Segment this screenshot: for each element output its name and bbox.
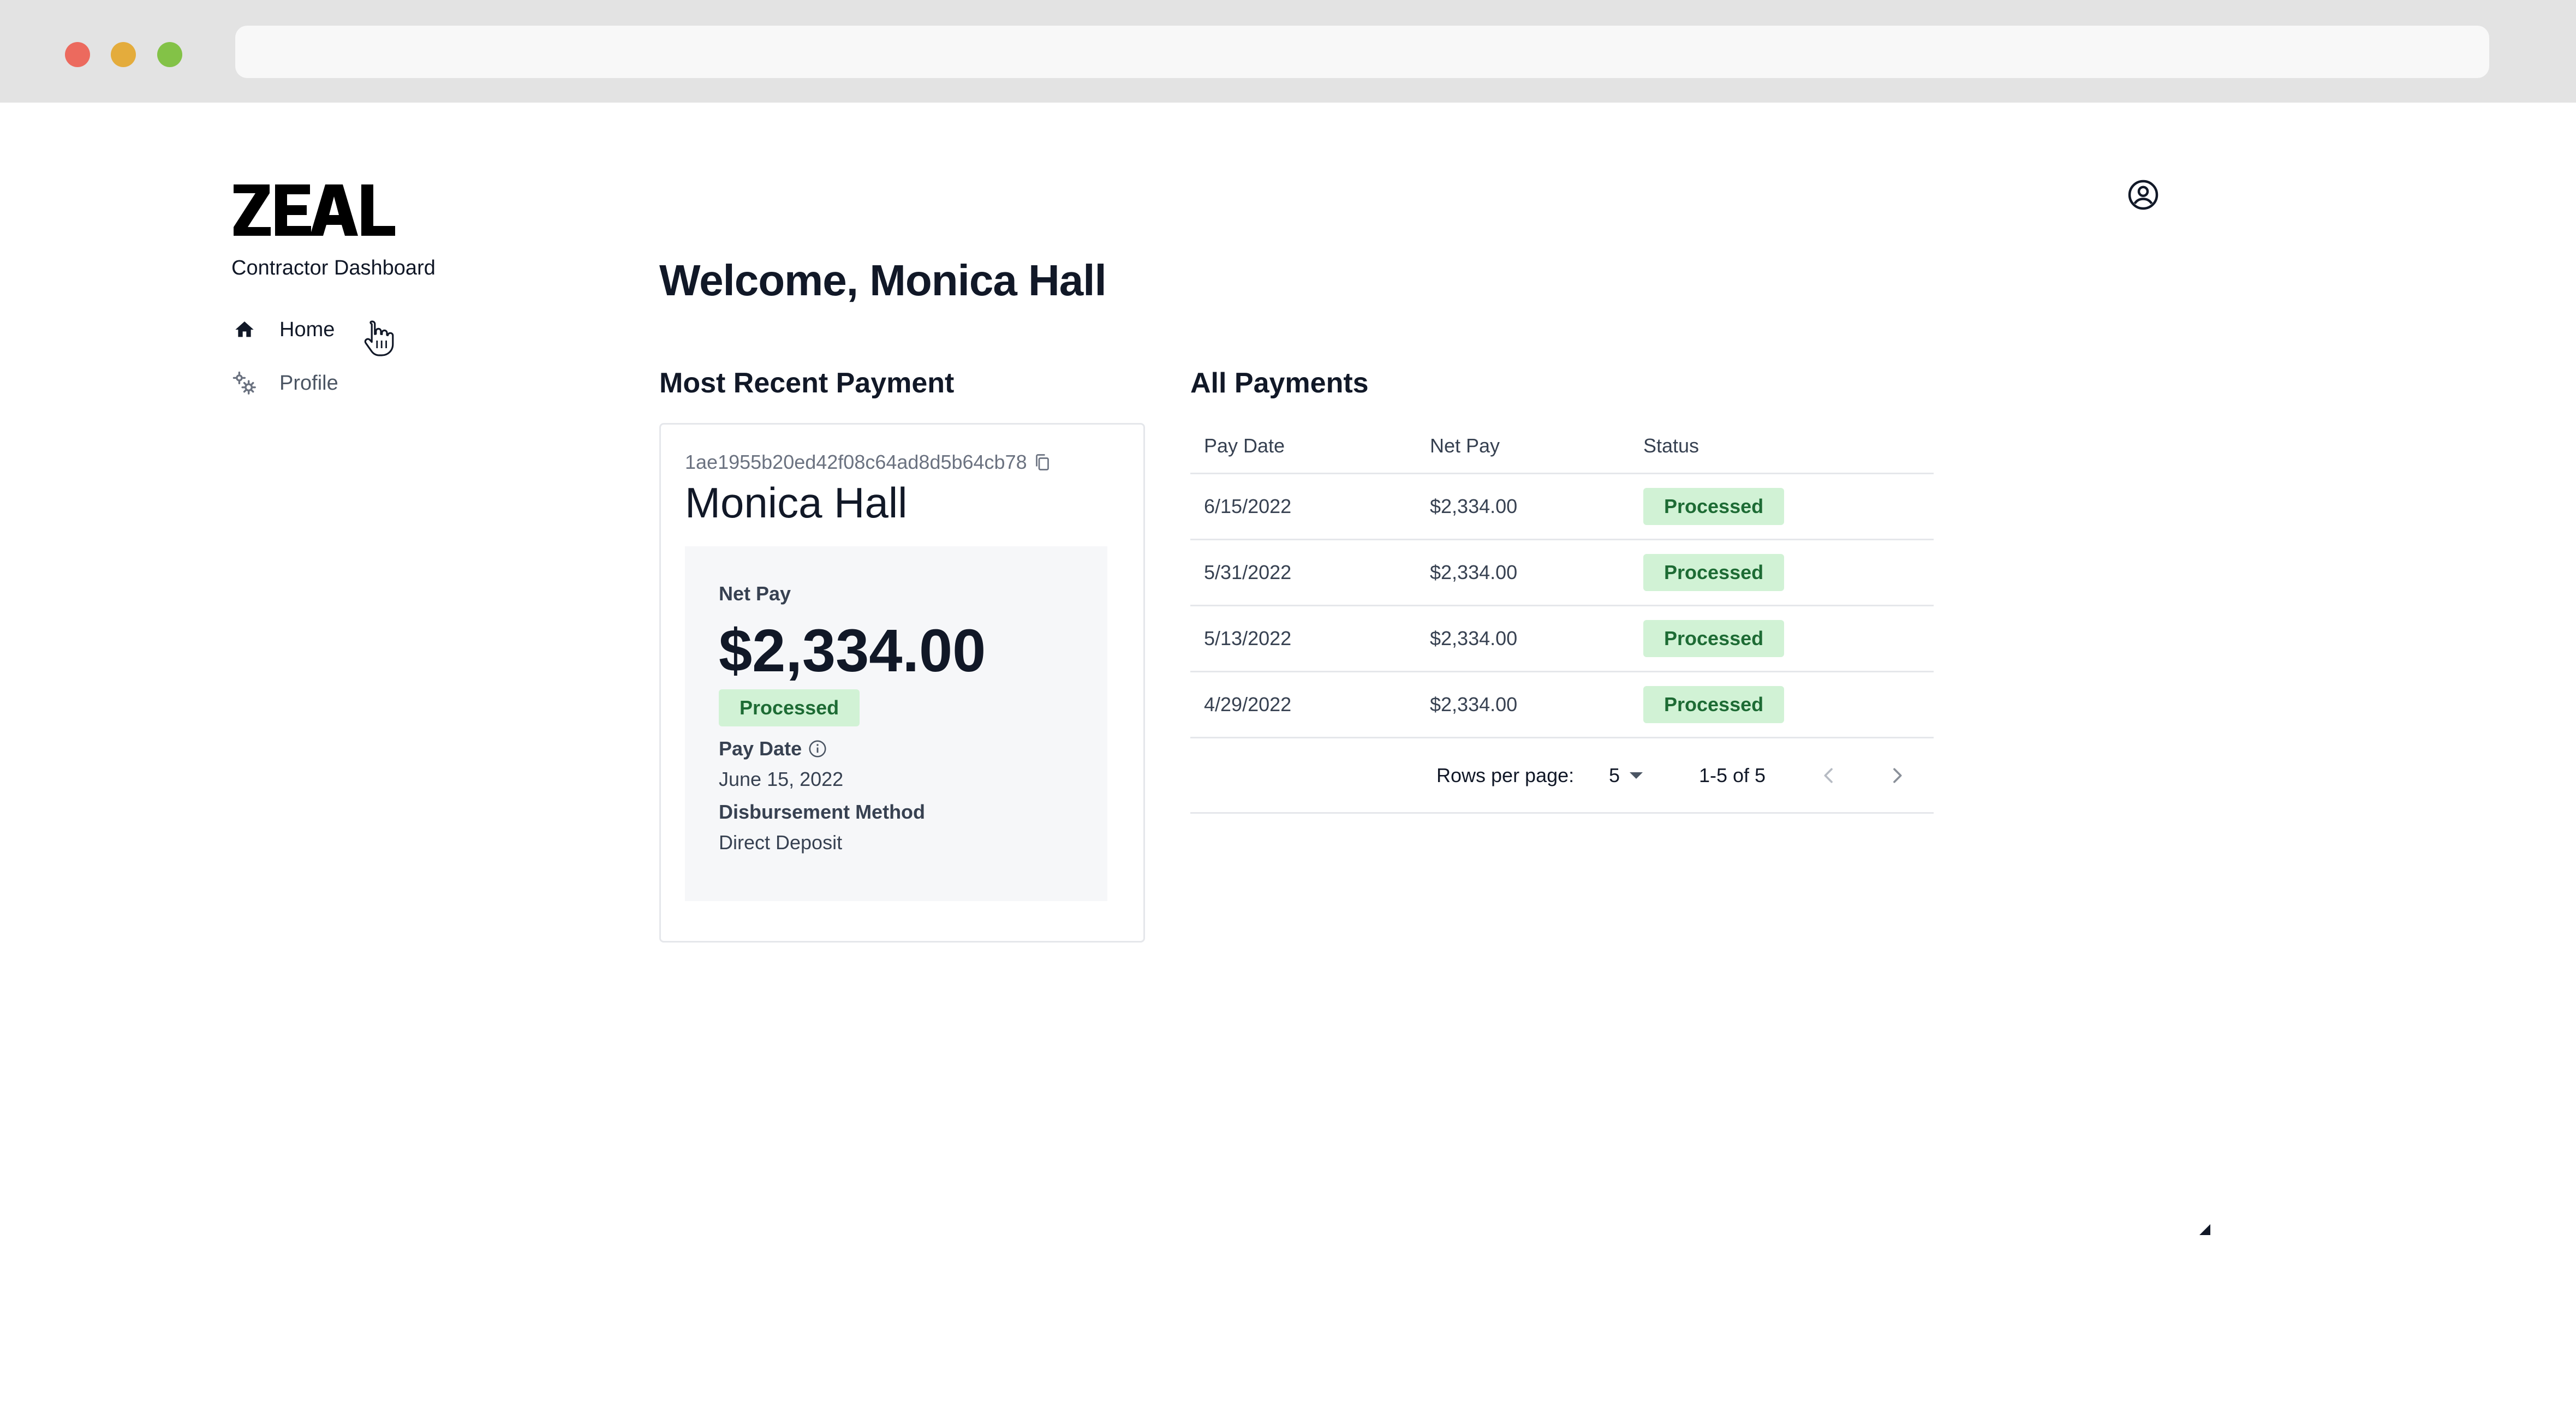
contractor-name: Monica Hall [685, 479, 908, 527]
browser-chrome [0, 0, 2576, 103]
net-pay-cell: $2,334.00 [1430, 495, 1518, 517]
payment-id: 1ae1955b20ed42f08c64ad8d5b64cb78 [685, 451, 1052, 474]
status-badge: Processed [1643, 488, 1785, 525]
home-icon [231, 317, 258, 343]
status-badge: Processed [1643, 554, 1785, 591]
status-badge: Processed [1643, 686, 1785, 723]
net-pay-label: Net Pay [719, 582, 791, 605]
sidebar-item-home[interactable]: Home [231, 312, 335, 347]
page: Contractor Dashboard Home Profile Welcom… [0, 0, 2576, 1413]
chevron-right-icon [1893, 768, 1902, 783]
copy-icon[interactable] [1033, 452, 1052, 472]
table-row[interactable]: 5/31/2022 $2,334.00 Processed [1190, 540, 1934, 606]
status-cell: Processed [1643, 540, 1785, 605]
account-circle-icon[interactable] [2127, 178, 2160, 211]
table-pagination: Rows per page: 5 1-5 of 5 [1190, 738, 1934, 814]
chevron-left-icon [1824, 768, 1833, 783]
table-header: Pay Date Net Pay Status [1190, 419, 1934, 474]
pay-date-cell: 6/15/2022 [1204, 495, 1292, 517]
net-pay-cell: $2,334.00 [1430, 561, 1518, 583]
table-row[interactable]: 4/29/2022 $2,334.00 Processed [1190, 672, 1934, 738]
disbursement-method-value: Direct Deposit [719, 831, 843, 854]
pagination-range: 1-5 of 5 [1699, 764, 1766, 786]
status-cell: Processed [1643, 672, 1785, 737]
gears-icon [231, 370, 258, 396]
zeal-logo [234, 180, 397, 240]
disbursement-method-label: Disbursement Method [719, 801, 926, 823]
most-recent-payment-heading: Most Recent Payment [659, 367, 955, 399]
pay-date-cell: 5/13/2022 [1204, 627, 1292, 649]
net-pay-cell: $2,334.00 [1430, 693, 1518, 716]
maximize-window-button[interactable] [157, 42, 182, 67]
resize-handle-icon[interactable] [2199, 1224, 2210, 1235]
info-icon[interactable] [807, 738, 828, 759]
net-pay-cell: $2,334.00 [1430, 627, 1518, 649]
previous-page-button[interactable] [1818, 738, 1840, 812]
table-row[interactable]: 6/15/2022 $2,334.00 Processed [1190, 474, 1934, 540]
rows-per-page-select[interactable]: 5 [1609, 738, 1643, 812]
column-header-pay-date[interactable]: Pay Date [1204, 419, 1285, 473]
next-page-button[interactable] [1886, 738, 1908, 812]
page-title: Welcome, Monica Hall [659, 256, 1107, 305]
hand-cursor-icon [362, 319, 397, 361]
minimize-window-button[interactable] [111, 42, 136, 67]
caret-down-icon [1630, 772, 1643, 779]
sidebar-item-label: Profile [279, 371, 338, 395]
column-header-status[interactable]: Status [1643, 419, 1699, 473]
sidebar-item-label: Home [279, 318, 335, 341]
status-cell: Processed [1643, 606, 1785, 671]
payment-id-text: 1ae1955b20ed42f08c64ad8d5b64cb78 [685, 451, 1027, 473]
payment-summary-panel: Net Pay $2,334.00 Processed Pay Date Jun… [685, 546, 1107, 901]
app-subtitle: Contractor Dashboard [231, 257, 436, 279]
payments-table: Pay Date Net Pay Status 6/15/2022 $2,334… [1190, 419, 1934, 814]
pay-date-label: Pay Date [719, 737, 802, 760]
column-header-net-pay[interactable]: Net Pay [1430, 419, 1500, 473]
pay-date-label-row: Pay Date [719, 737, 828, 760]
sidebar-item-profile[interactable]: Profile [231, 366, 338, 401]
all-payments-heading: All Payments [1190, 367, 1369, 399]
table-row[interactable]: 5/13/2022 $2,334.00 Processed [1190, 606, 1934, 672]
pay-date-cell: 4/29/2022 [1204, 693, 1292, 716]
zeal-logo-mark [234, 184, 395, 236]
status-badge: Processed [719, 689, 860, 726]
rows-per-page-value: 5 [1609, 764, 1620, 786]
status-badge: Processed [1643, 620, 1785, 657]
close-window-button[interactable] [65, 42, 90, 67]
pay-date-cell: 5/31/2022 [1204, 561, 1292, 583]
pay-date-value: June 15, 2022 [719, 768, 844, 790]
address-bar[interactable] [235, 26, 2489, 78]
status-cell: Processed [1643, 474, 1785, 539]
rows-per-page-label: Rows per page: [1436, 764, 1575, 786]
recent-payment-card: 1ae1955b20ed42f08c64ad8d5b64cb78 Monica … [659, 423, 1145, 943]
net-pay-amount: $2,334.00 [719, 617, 986, 684]
